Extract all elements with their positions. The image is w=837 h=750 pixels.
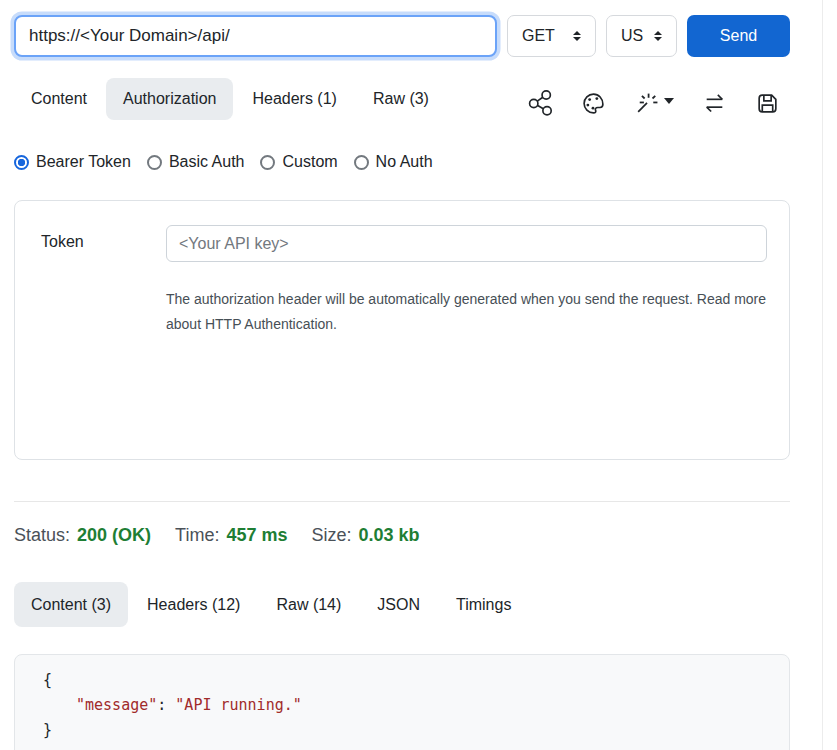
size-group: Size: 0.03 kb <box>311 525 419 546</box>
tab-response-raw[interactable]: Raw (14) <box>259 582 358 627</box>
tab-authorization[interactable]: Authorization <box>106 78 233 120</box>
radio-icon <box>147 155 162 170</box>
tab-response-json[interactable]: JSON <box>360 582 437 627</box>
url-input[interactable] <box>14 15 497 57</box>
select-updown-icon <box>573 31 581 41</box>
auth-option-label: No Auth <box>376 153 433 171</box>
tab-content[interactable]: Content <box>14 78 104 120</box>
tab-response-timings[interactable]: Timings <box>439 582 528 627</box>
auth-option-no-auth[interactable]: No Auth <box>354 153 433 171</box>
code-line: { <box>43 668 789 693</box>
auth-option-custom[interactable]: Custom <box>260 153 337 171</box>
token-input[interactable] <box>166 225 767 262</box>
code-line: } <box>43 718 789 743</box>
status-label: Status: <box>14 525 70 545</box>
request-bar: GET US Send <box>14 15 790 57</box>
status-group: Status: 200 (OK) <box>14 525 151 546</box>
token-panel: Token The authorization header will be a… <box>14 200 790 460</box>
response-body-code: { "message": "API running." } <box>14 654 790 750</box>
select-updown-icon <box>654 31 662 41</box>
auth-option-label: Basic Auth <box>169 153 245 171</box>
response-status-row: Status: 200 (OK) Time: 457 ms Size: 0.03 kb <box>14 525 790 546</box>
time-group: Time: 457 ms <box>175 525 287 546</box>
caret-down-icon <box>664 98 674 104</box>
radio-checked-icon <box>14 155 29 170</box>
save-icon[interactable] <box>755 91 780 116</box>
radio-icon <box>260 155 275 170</box>
palette-icon[interactable] <box>581 91 606 116</box>
token-label: Token <box>41 225 166 337</box>
tab-response-headers[interactable]: Headers (12) <box>130 582 257 627</box>
tab-raw[interactable]: Raw (3) <box>356 78 446 120</box>
tab-response-content[interactable]: Content (3) <box>14 582 128 627</box>
time-label: Time: <box>175 525 219 545</box>
code-line: "message": "API running." <box>43 693 789 718</box>
token-field-row: Token The authorization header will be a… <box>41 225 767 337</box>
share-nodes-icon[interactable] <box>528 90 553 117</box>
response-tabs: Content (3) Headers (12) Raw (14) JSON T… <box>14 582 790 627</box>
time-value: 457 ms <box>226 525 287 545</box>
request-tabs-row: Content Authorization Headers (1) Raw (3… <box>14 78 790 120</box>
auth-option-basic-auth[interactable]: Basic Auth <box>147 153 245 171</box>
auth-option-label: Bearer Token <box>36 153 131 171</box>
magic-wand-icon[interactable] <box>634 91 674 116</box>
api-tester-panel: GET US Send Content Authorization Header… <box>0 0 823 750</box>
auth-option-bearer-token[interactable]: Bearer Token <box>14 153 131 171</box>
size-label: Size: <box>311 525 351 545</box>
region-select-value: US <box>621 27 643 45</box>
method-select[interactable]: GET <box>507 15 596 57</box>
size-value: 0.03 kb <box>359 525 420 545</box>
method-select-value: GET <box>522 27 555 45</box>
tab-headers[interactable]: Headers (1) <box>235 78 353 120</box>
swap-arrows-icon[interactable] <box>702 91 727 116</box>
json-value: "API running." <box>175 696 301 714</box>
status-value: 200 (OK) <box>77 525 151 545</box>
request-tabs: Content Authorization Headers (1) Raw (3… <box>14 78 446 120</box>
radio-icon <box>354 155 369 170</box>
token-help-text: The authorization header will be automat… <box>166 287 767 337</box>
json-key: "message" <box>76 696 157 714</box>
toolbar <box>528 90 780 117</box>
region-select[interactable]: US <box>606 15 677 57</box>
send-button[interactable]: Send <box>687 15 790 57</box>
section-divider <box>14 501 790 502</box>
auth-option-label: Custom <box>282 153 337 171</box>
json-separator: : <box>157 696 175 714</box>
auth-type-options: Bearer Token Basic Auth Custom No Auth <box>14 153 790 171</box>
